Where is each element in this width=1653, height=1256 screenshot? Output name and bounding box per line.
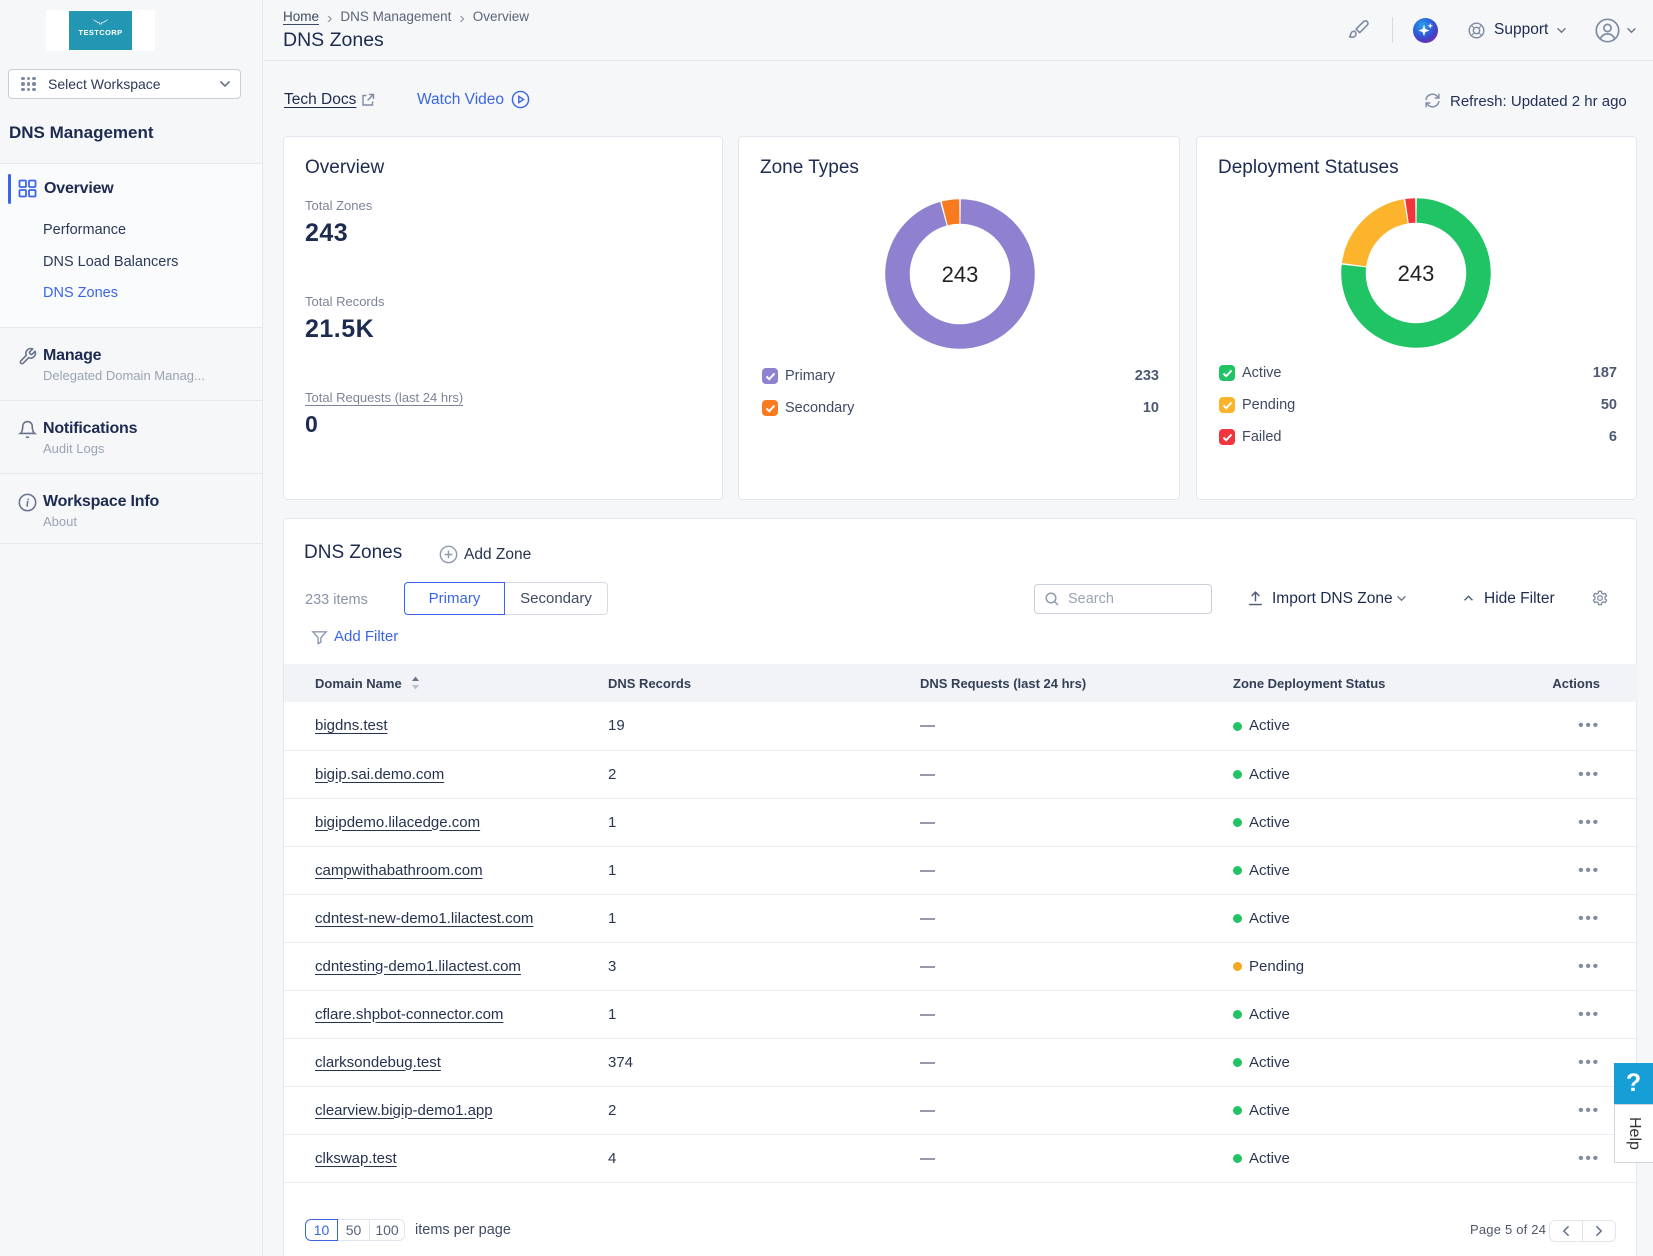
svg-text:243: 243 — [1398, 261, 1435, 286]
svg-text:243: 243 — [942, 262, 979, 287]
svg-text:i: i — [26, 498, 30, 510]
